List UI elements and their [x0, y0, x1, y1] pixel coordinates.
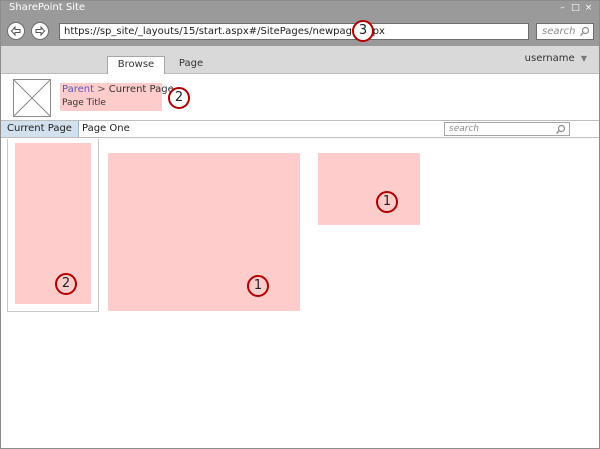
left-nav-zone	[15, 143, 91, 304]
back-arrow-icon	[10, 25, 21, 37]
forward-arrow-icon	[35, 25, 46, 37]
site-search-placeholder: search	[449, 124, 480, 134]
ribbon-bar: Browse Page username ▼	[1, 46, 599, 74]
address-bar: https://sp_site/_layouts/15/start.aspx#/…	[1, 16, 599, 46]
forward-button[interactable]	[31, 22, 49, 40]
callout-left-zone: 2	[55, 273, 77, 295]
tab-browse[interactable]: Browse	[107, 56, 165, 74]
site-header: Parent > Current Page Page Title	[1, 75, 599, 119]
browser-search-placeholder: search	[542, 26, 576, 37]
user-menu[interactable]: username ▼	[525, 53, 587, 64]
title-area-zone: Parent > Current Page Page Title	[60, 83, 174, 111]
breadcrumb-parent-link[interactable]: Parent	[62, 84, 94, 95]
browser-search-input[interactable]: search	[536, 23, 594, 40]
topnav-item-current-page[interactable]: Current Page	[1, 121, 79, 137]
minimize-icon[interactable]: –	[558, 2, 567, 14]
callout-main-large: 1	[247, 275, 269, 297]
callout-title-area: 2	[168, 87, 190, 109]
close-icon[interactable]: ×	[584, 2, 593, 14]
browser-window: SharePoint Site – □ × https://sp_site/_l…	[0, 0, 600, 449]
username-label: username	[524, 53, 575, 64]
url-field[interactable]: https://sp_site/_layouts/15/start.aspx#/…	[59, 23, 529, 40]
breadcrumb-current: Current Page	[108, 84, 174, 95]
title-bar: SharePoint Site – □ ×	[1, 1, 599, 16]
breadcrumb-separator: >	[97, 84, 106, 95]
main-content-zone-small	[318, 153, 420, 225]
site-logo[interactable]	[13, 79, 51, 117]
callout-url: 3	[352, 20, 374, 42]
window-controls: – □ ×	[558, 2, 593, 14]
breadcrumb: Parent > Current Page	[62, 83, 174, 97]
callout-main-small: 1	[376, 191, 398, 213]
image-placeholder-icon	[13, 79, 51, 117]
topnav-item-page-one[interactable]: Page One	[76, 121, 136, 137]
tab-page[interactable]: Page	[171, 56, 211, 74]
window-title: SharePoint Site	[9, 2, 86, 13]
main-content-zone-large	[108, 153, 300, 311]
chevron-down-icon: ▼	[580, 54, 587, 63]
maximize-icon[interactable]: □	[571, 2, 580, 14]
back-button[interactable]	[7, 22, 25, 40]
search-icon[interactable]	[579, 26, 590, 37]
page-title: Page Title	[62, 98, 106, 108]
search-icon[interactable]	[555, 124, 566, 135]
site-search-input[interactable]: search	[444, 122, 570, 136]
top-navigation: Current Page Page One search	[1, 120, 599, 138]
